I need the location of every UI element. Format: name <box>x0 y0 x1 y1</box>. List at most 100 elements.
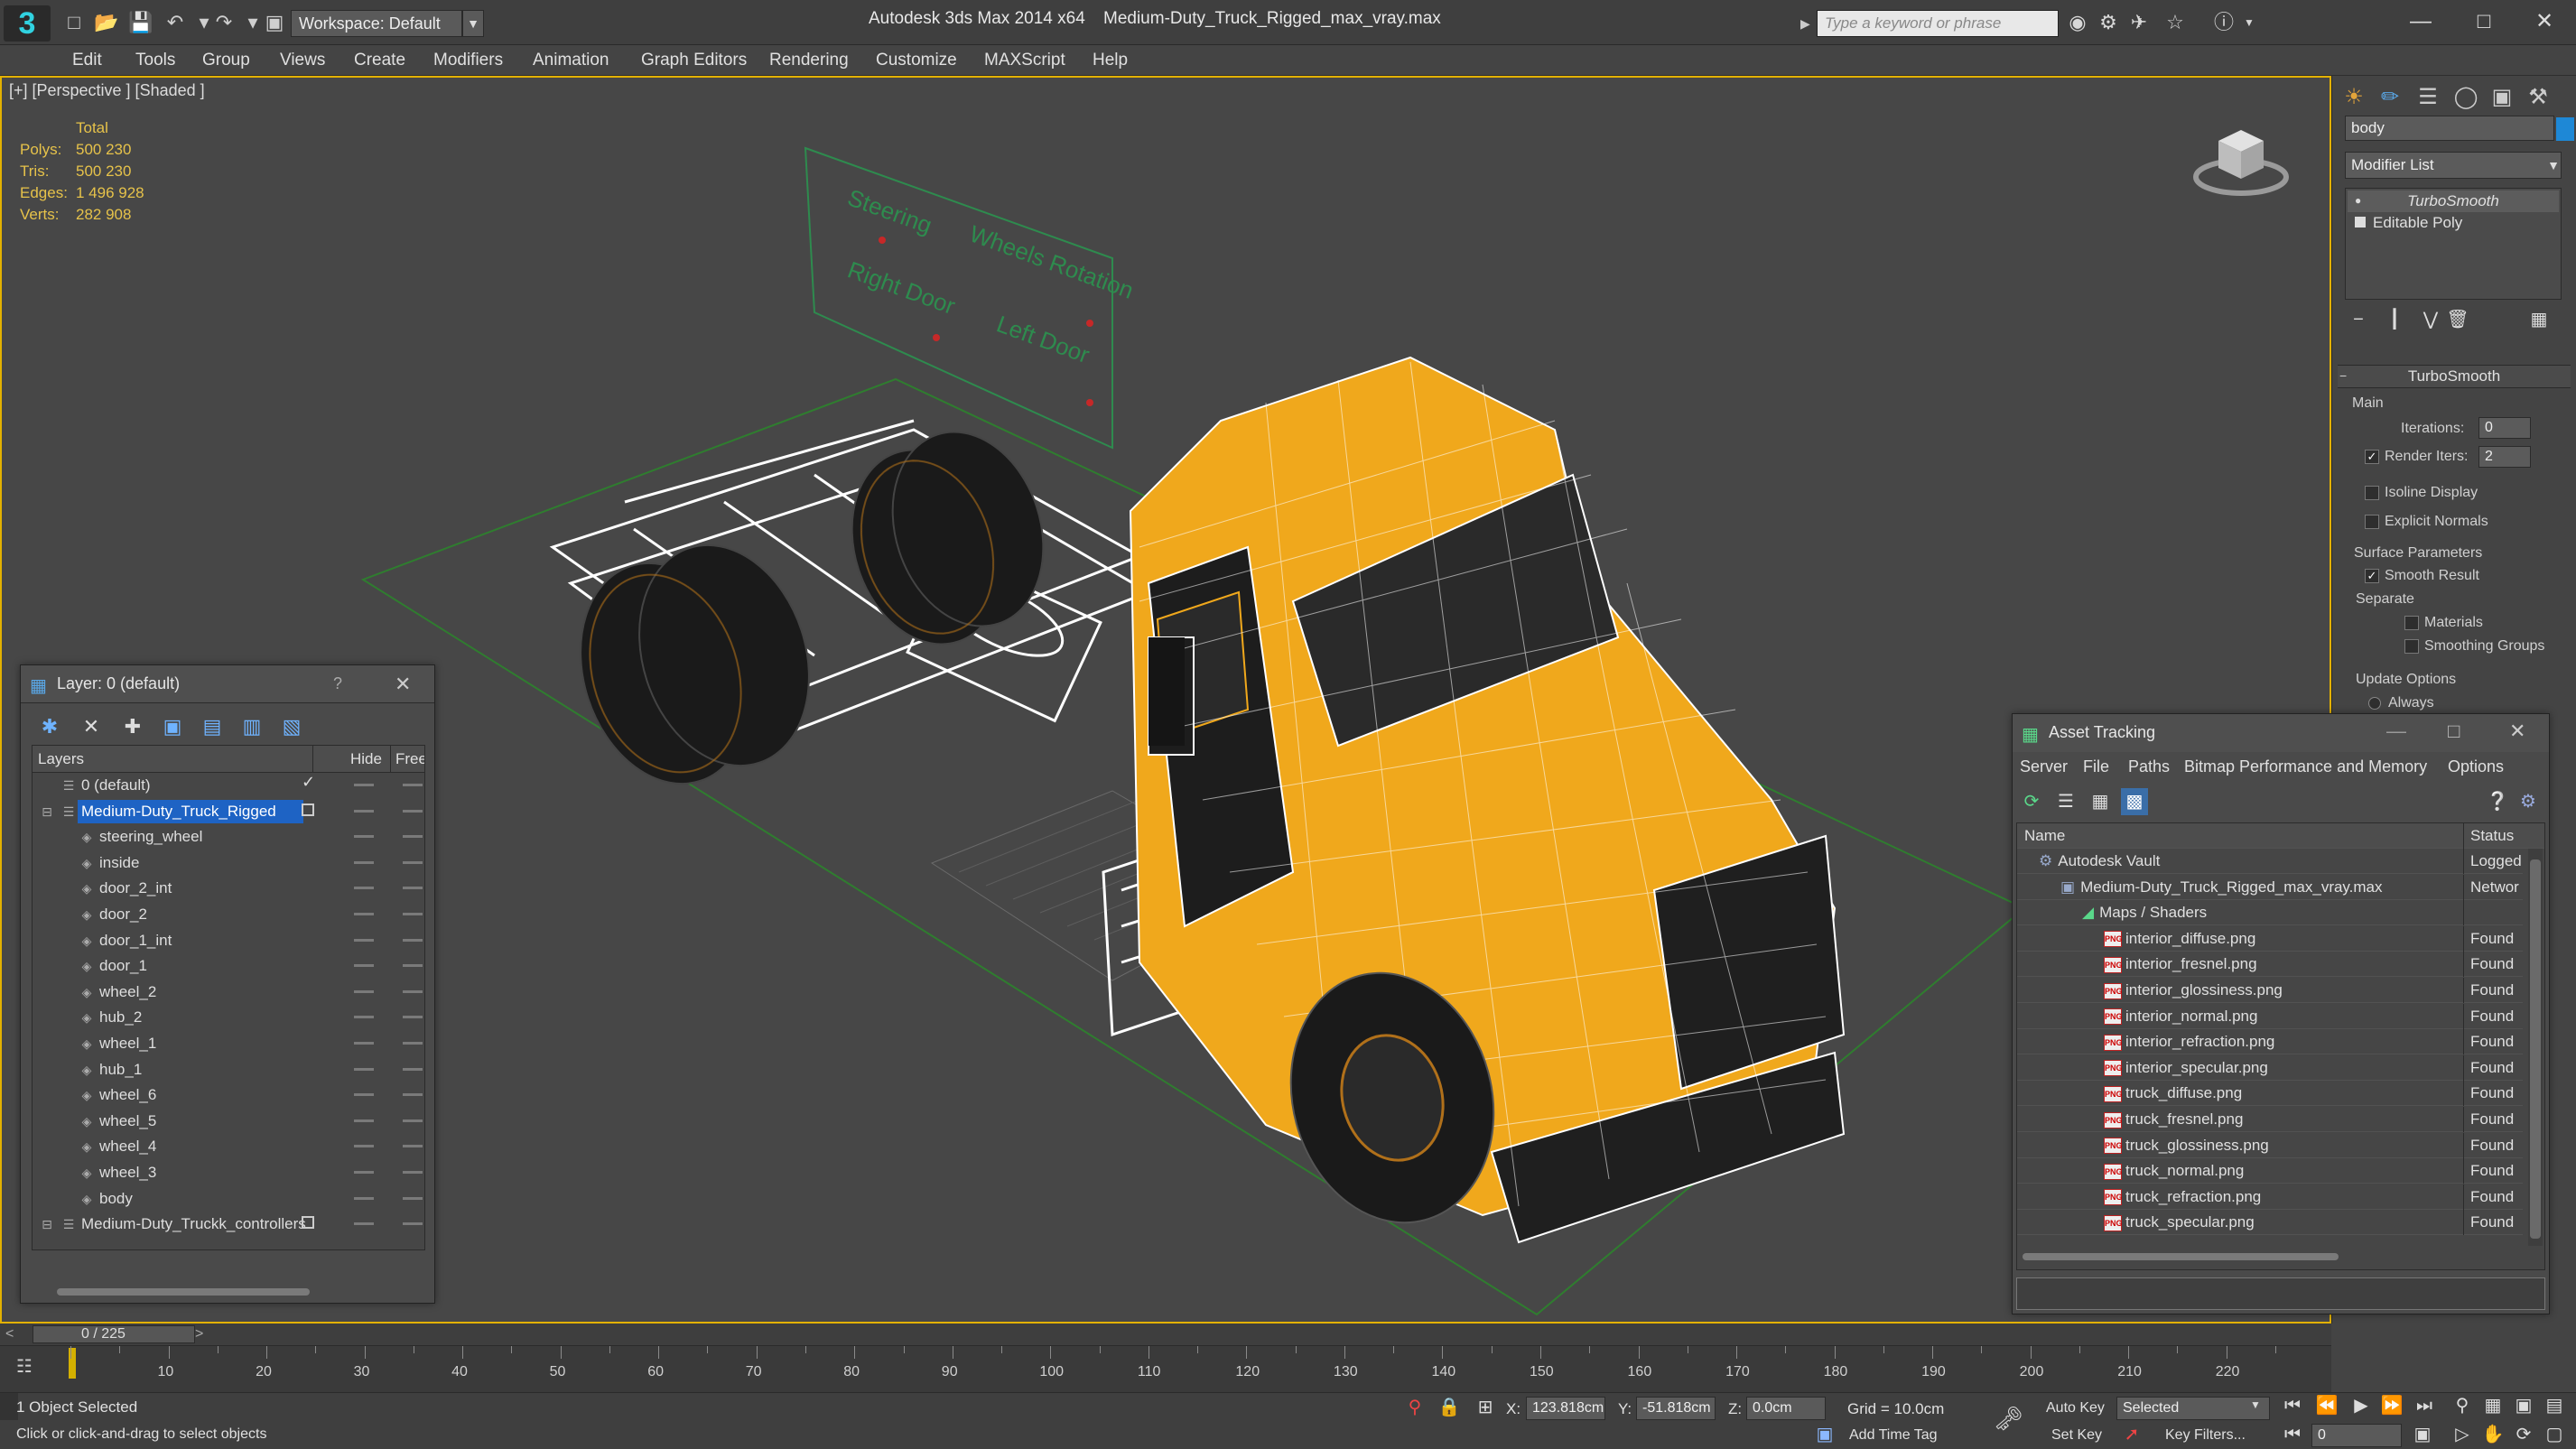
layer-row[interactable]: ◈ steering_wheel <box>33 824 424 850</box>
table-view-icon[interactable]: ▦ <box>2087 788 2114 815</box>
menu-maxscript[interactable]: MAXScript <box>984 45 1065 76</box>
chevron-down-icon[interactable]: ▼ <box>2545 153 2562 177</box>
track-bar[interactable]: ☷ 10 20 30 40 50 60 70 80 90 100 110 120 130 140 150 16… <box>0 1345 2331 1392</box>
layer-row[interactable]: ◈ door_1_int <box>33 928 424 953</box>
layer-row[interactable]: ◈ door_1 <box>33 953 424 979</box>
help-icon[interactable]: ❔ <box>2484 788 2511 815</box>
freeze-toggle[interactable] <box>403 964 423 968</box>
freeze-all-layers-icon[interactable]: ▧ <box>277 712 306 741</box>
minimize-icon[interactable]: — <box>2389 4 2452 40</box>
auto-key-button[interactable]: Auto Key <box>2046 1400 2105 1416</box>
chevron-down-icon[interactable]: ▼ <box>2250 1398 2261 1411</box>
freeze-toggle[interactable] <box>403 989 423 993</box>
asset-row[interactable]: ▣ Medium-Duty_Truck_Rigged_max_vray.max Ne… <box>2017 874 2523 900</box>
layer-row[interactable]: ◈ door_2 <box>33 902 424 927</box>
utilities-tab-icon[interactable]: ⚒ <box>2520 81 2556 114</box>
layer-row[interactable]: ☰ 0 (default) ✓ <box>33 773 424 798</box>
layer-row[interactable]: ◈ inside <box>33 850 424 876</box>
menu-customize[interactable]: Customize <box>876 45 957 76</box>
add-time-tag[interactable]: Add Time Tag <box>1849 1427 1938 1444</box>
close-icon[interactable]: ✕ <box>2513 4 2576 40</box>
create-layer-icon[interactable]: ✱ <box>35 712 64 741</box>
next-frame-icon[interactable]: > <box>195 1324 203 1345</box>
time-configuration-icon[interactable]: ▣ <box>2409 1422 2436 1447</box>
freeze-toggle[interactable] <box>403 860 423 864</box>
zoom-extents-all-icon[interactable]: ▤ <box>2541 1393 2568 1418</box>
render-iters-checkbox[interactable]: ✓ <box>2365 450 2379 464</box>
layer-row[interactable]: ◈ door_2_int <box>33 876 424 901</box>
scrollbar-thumb[interactable] <box>2530 859 2541 1239</box>
iterations-spinner[interactable]: 0 <box>2478 417 2531 439</box>
hide-toggle[interactable] <box>354 1145 374 1148</box>
refresh-icon[interactable]: ⟳ <box>2018 788 2045 815</box>
menu-paths[interactable]: Paths <box>2128 757 2170 776</box>
rollout-collapse-icon[interactable]: − <box>2339 368 2347 383</box>
help-icon[interactable]: ⓘ <box>2210 11 2237 34</box>
search-input[interactable]: Type a keyword or phrase <box>1817 10 2059 37</box>
asset-row[interactable]: PNG truck_fresnel.png Found <box>2017 1107 2523 1132</box>
maximize-viewport-icon[interactable]: ▢ <box>2541 1422 2568 1447</box>
key-mode-dropdown[interactable]: Selected <box>2116 1397 2270 1420</box>
hide-toggle[interactable] <box>354 784 374 786</box>
subscription-icon[interactable]: ⚙ <box>2095 11 2122 34</box>
freeze-toggle[interactable] <box>403 835 423 839</box>
asset-row[interactable]: PNG interior_fresnel.png Found <box>2017 952 2523 978</box>
hide-toggle[interactable] <box>354 1067 374 1071</box>
layer-row[interactable]: ◈ body <box>33 1186 424 1212</box>
maxscript-listener-icon[interactable] <box>0 1393 18 1420</box>
list-view-icon[interactable]: ☰ <box>2052 788 2079 815</box>
pin-stack-icon[interactable]: − <box>2345 307 2372 332</box>
asset-row[interactable]: PNG truck_specular.png Found <box>2017 1210 2523 1236</box>
layer-row[interactable]: ⊟ ☰ Medium-Duty_Truckk_controllers <box>33 1212 424 1237</box>
chevron-down-icon[interactable]: ▼ <box>462 10 484 37</box>
favorites-star-icon[interactable]: ☆ <box>2162 11 2189 34</box>
column-hide[interactable]: Hide <box>350 746 382 773</box>
expand-box-icon[interactable] <box>2355 217 2366 228</box>
isoline-display-checkbox[interactable] <box>2365 486 2379 500</box>
expand-toggle-icon[interactable] <box>38 774 56 797</box>
freeze-toggle[interactable] <box>403 1016 423 1019</box>
maximize-icon[interactable]: □ <box>2452 4 2516 40</box>
layer-row[interactable]: ◈ wheel_2 <box>33 980 424 1005</box>
maximize-icon[interactable]: □ <box>2448 720 2460 743</box>
render-iters-spinner[interactable]: 2 <box>2478 446 2531 468</box>
asset-row[interactable]: PNG truck_refraction.png Found <box>2017 1184 2523 1210</box>
layer-row[interactable]: ◈ wheel_6 <box>33 1082 424 1108</box>
pan-view-icon[interactable]: ✋ <box>2479 1422 2506 1447</box>
stack-item-editable-poly[interactable]: Editable Poly <box>2348 212 2559 234</box>
field-of-view-icon[interactable]: ▷ <box>2449 1422 2476 1447</box>
expand-toggle-icon[interactable]: ⊟ <box>38 800 56 823</box>
hide-toggle[interactable] <box>354 835 374 839</box>
set-current-layer-box[interactable] <box>302 803 314 816</box>
object-color-swatch[interactable] <box>2556 117 2574 141</box>
current-layer-check-icon[interactable]: ✓ <box>302 773 315 792</box>
new-file-icon[interactable]: □ <box>61 11 87 34</box>
hide-toggle[interactable] <box>354 1171 374 1174</box>
hide-toggle[interactable] <box>354 1042 374 1045</box>
asset-row[interactable]: PNG interior_refraction.png Found <box>2017 1029 2523 1055</box>
x-coordinate-field[interactable]: 123.818cm <box>1526 1397 1605 1420</box>
orbit-icon[interactable]: ⟳ <box>2510 1422 2537 1447</box>
freeze-toggle[interactable] <box>403 1042 423 1045</box>
hide-toggle[interactable] <box>354 860 374 864</box>
layer-row[interactable]: ⊟ ☰ Medium-Duty_Truck_Rigged <box>33 799 424 824</box>
freeze-toggle[interactable] <box>403 784 423 786</box>
binoculars-icon[interactable]: ◉ <box>2064 11 2091 34</box>
workspace-dropdown[interactable]: Workspace: Default <box>291 10 462 37</box>
minimize-icon[interactable]: — <box>2386 720 2406 743</box>
menu-group[interactable]: Group <box>202 45 250 76</box>
grid-view-icon[interactable]: ▩ <box>2121 788 2148 815</box>
layer-help-button[interactable]: ? <box>333 674 342 693</box>
asset-row[interactable]: PNG interior_specular.png Found <box>2017 1054 2523 1081</box>
add-to-layer-icon[interactable]: ✚ <box>118 712 147 741</box>
menu-bitmap-performance[interactable]: Bitmap Performance and Memory <box>2184 757 2427 776</box>
menu-animation[interactable]: Animation <box>533 45 609 76</box>
redo-icon[interactable]: ↷ <box>211 11 237 34</box>
layer-row[interactable]: ◈ wheel_4 <box>33 1134 424 1159</box>
display-tab-icon[interactable]: ▣ <box>2484 81 2520 114</box>
menu-file[interactable]: File <box>2083 757 2109 776</box>
absolute-mode-icon[interactable]: ⊞ <box>1472 1395 1499 1420</box>
delete-layer-icon[interactable]: ✕ <box>77 712 106 741</box>
hide-toggle[interactable] <box>354 913 374 915</box>
previous-frame-icon[interactable]: < <box>5 1324 14 1345</box>
